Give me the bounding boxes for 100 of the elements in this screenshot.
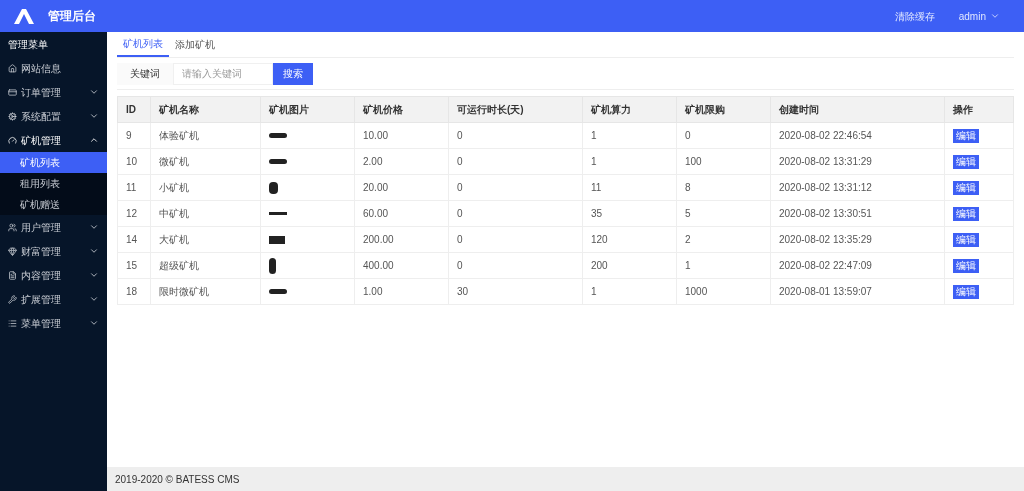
table-cell: 0 [457,156,463,167]
caret-icon [89,135,99,145]
table-cell: 0 [457,208,463,219]
table-cell: 限时微矿机 [159,286,209,297]
table-cell: 1000 [685,286,708,297]
caret-icon [89,87,99,97]
table-cell: 微矿机 [159,156,189,167]
edit-button[interactable]: 编辑 [953,181,979,195]
sidebar-item[interactable]: 扩展管理 [0,287,107,311]
caret-icon [89,111,99,121]
table-cell: 5 [685,208,691,219]
table-cell: 2020-08-02 13:31:29 [779,156,872,167]
table-cell: 15 [126,260,138,271]
table-cell: 1 [591,130,597,141]
caret-icon [89,294,99,304]
edit-button[interactable]: 编辑 [953,259,979,273]
miner-photo-placeholder [269,257,276,274]
table-cell: 0 [685,130,691,141]
table-cell: 0 [457,182,463,193]
search-button[interactable]: 搜索 [273,62,313,85]
table-cell: 9 [126,130,132,141]
table-cell: 2020-08-02 22:47:09 [779,260,872,271]
logo-icon [12,8,36,24]
table-cell: 18 [126,286,138,297]
sidebar-item[interactable]: 菜单管理 [0,311,107,335]
miner-photo-placeholder [269,212,287,215]
sidebar-subitem[interactable]: 矿机列表 [0,152,107,173]
tab[interactable]: 矿机列表 [117,31,169,57]
sidebar-subitem[interactable]: 矿机赠送 [0,194,107,215]
column-header: 矿机名称 [150,96,261,123]
sidebar-item[interactable]: 订单管理 [0,80,107,104]
table-cell: 8 [685,182,691,193]
table-cell: 体验矿机 [159,130,199,141]
app-title: 管理后台 [48,8,96,25]
column-header: 矿机图片 [260,96,355,123]
clear-cache-link[interactable]: 清除缓存 [894,8,935,24]
sidebar-item[interactable]: 系统配置 [0,104,107,128]
table-cell: 2020-08-02 22:46:54 [779,130,872,141]
user-menu[interactable]: admin [958,8,1000,24]
keyword-field[interactable]: 请输入关键词 [173,62,273,85]
footer: 2019-2020 © BATESS CMS [107,467,1024,491]
table-cell: 中矿机 [159,208,189,219]
table-cell: 30 [457,286,469,297]
sidebar-item[interactable]: 网站信息 [0,56,107,80]
caret-icon [89,246,99,256]
miner-photo-placeholder [269,289,287,294]
table-cell: 1 [591,286,597,297]
edit-button[interactable]: 编辑 [953,155,979,169]
column-header: 矿机算力 [582,96,677,123]
miner-photo-placeholder [269,159,287,164]
table-cell: 1.00 [363,286,383,297]
table-cell: 2020-08-02 13:30:51 [779,208,872,219]
table-cell: 2 [685,234,691,245]
gear-icon [8,111,17,121]
table-cell: 100 [685,156,702,167]
table-cell: 0 [457,130,463,141]
edit-button[interactable]: 编辑 [953,207,979,221]
table-cell: 0 [457,260,463,271]
caret-icon [89,318,99,328]
column-header: ID [117,96,151,123]
edit-button[interactable]: 编辑 [953,285,979,299]
caret-icon [990,11,1000,21]
column-header: 创建时间 [770,96,945,123]
file-icon [8,270,17,280]
table-cell: 2.00 [363,156,383,167]
diamond-icon [8,246,17,256]
miner-photo-placeholder [269,235,285,244]
table-cell: 400.00 [363,260,394,271]
table-cell: 35 [591,208,603,219]
sidebar-title: 管理菜单 [7,37,49,52]
table-cell: 1 [685,260,691,271]
column-header: 操作 [944,96,1014,123]
table-cell: 1 [591,156,597,167]
table-cell: 2020-08-02 13:35:29 [779,234,872,245]
table-cell: 14 [126,234,138,245]
table-cell: 11 [126,182,137,193]
users-icon [8,222,17,232]
edit-button[interactable]: 编辑 [953,233,979,247]
sidebar-item[interactable]: 用户管理 [0,215,107,239]
sidebar-item[interactable]: 矿机管理 [0,128,107,152]
table-cell: 60.00 [363,208,389,219]
miner-photo-placeholder [269,181,278,194]
table-cell: 10.00 [363,130,389,141]
home-icon [8,63,17,73]
column-header: 矿机价格 [354,96,449,123]
keyword-label: 关键词 [117,62,173,85]
tab[interactable]: 添加矿机 [169,31,221,57]
miner-photo-placeholder [269,133,287,138]
edit-button[interactable]: 编辑 [953,129,979,143]
caret-icon [89,270,99,280]
table-cell: 200 [591,260,608,271]
table-cell: 大矿机 [159,234,189,245]
table-cell: 小矿机 [159,182,189,193]
card-icon [8,87,17,97]
table-cell: 12 [126,208,138,219]
sidebar-subitem[interactable]: 租用列表 [0,173,107,194]
table-cell: 2020-08-01 13:59:07 [779,286,872,297]
sidebar-item[interactable]: 财富管理 [0,239,107,263]
sidebar-item[interactable]: 内容管理 [0,263,107,287]
list-icon [8,318,17,328]
